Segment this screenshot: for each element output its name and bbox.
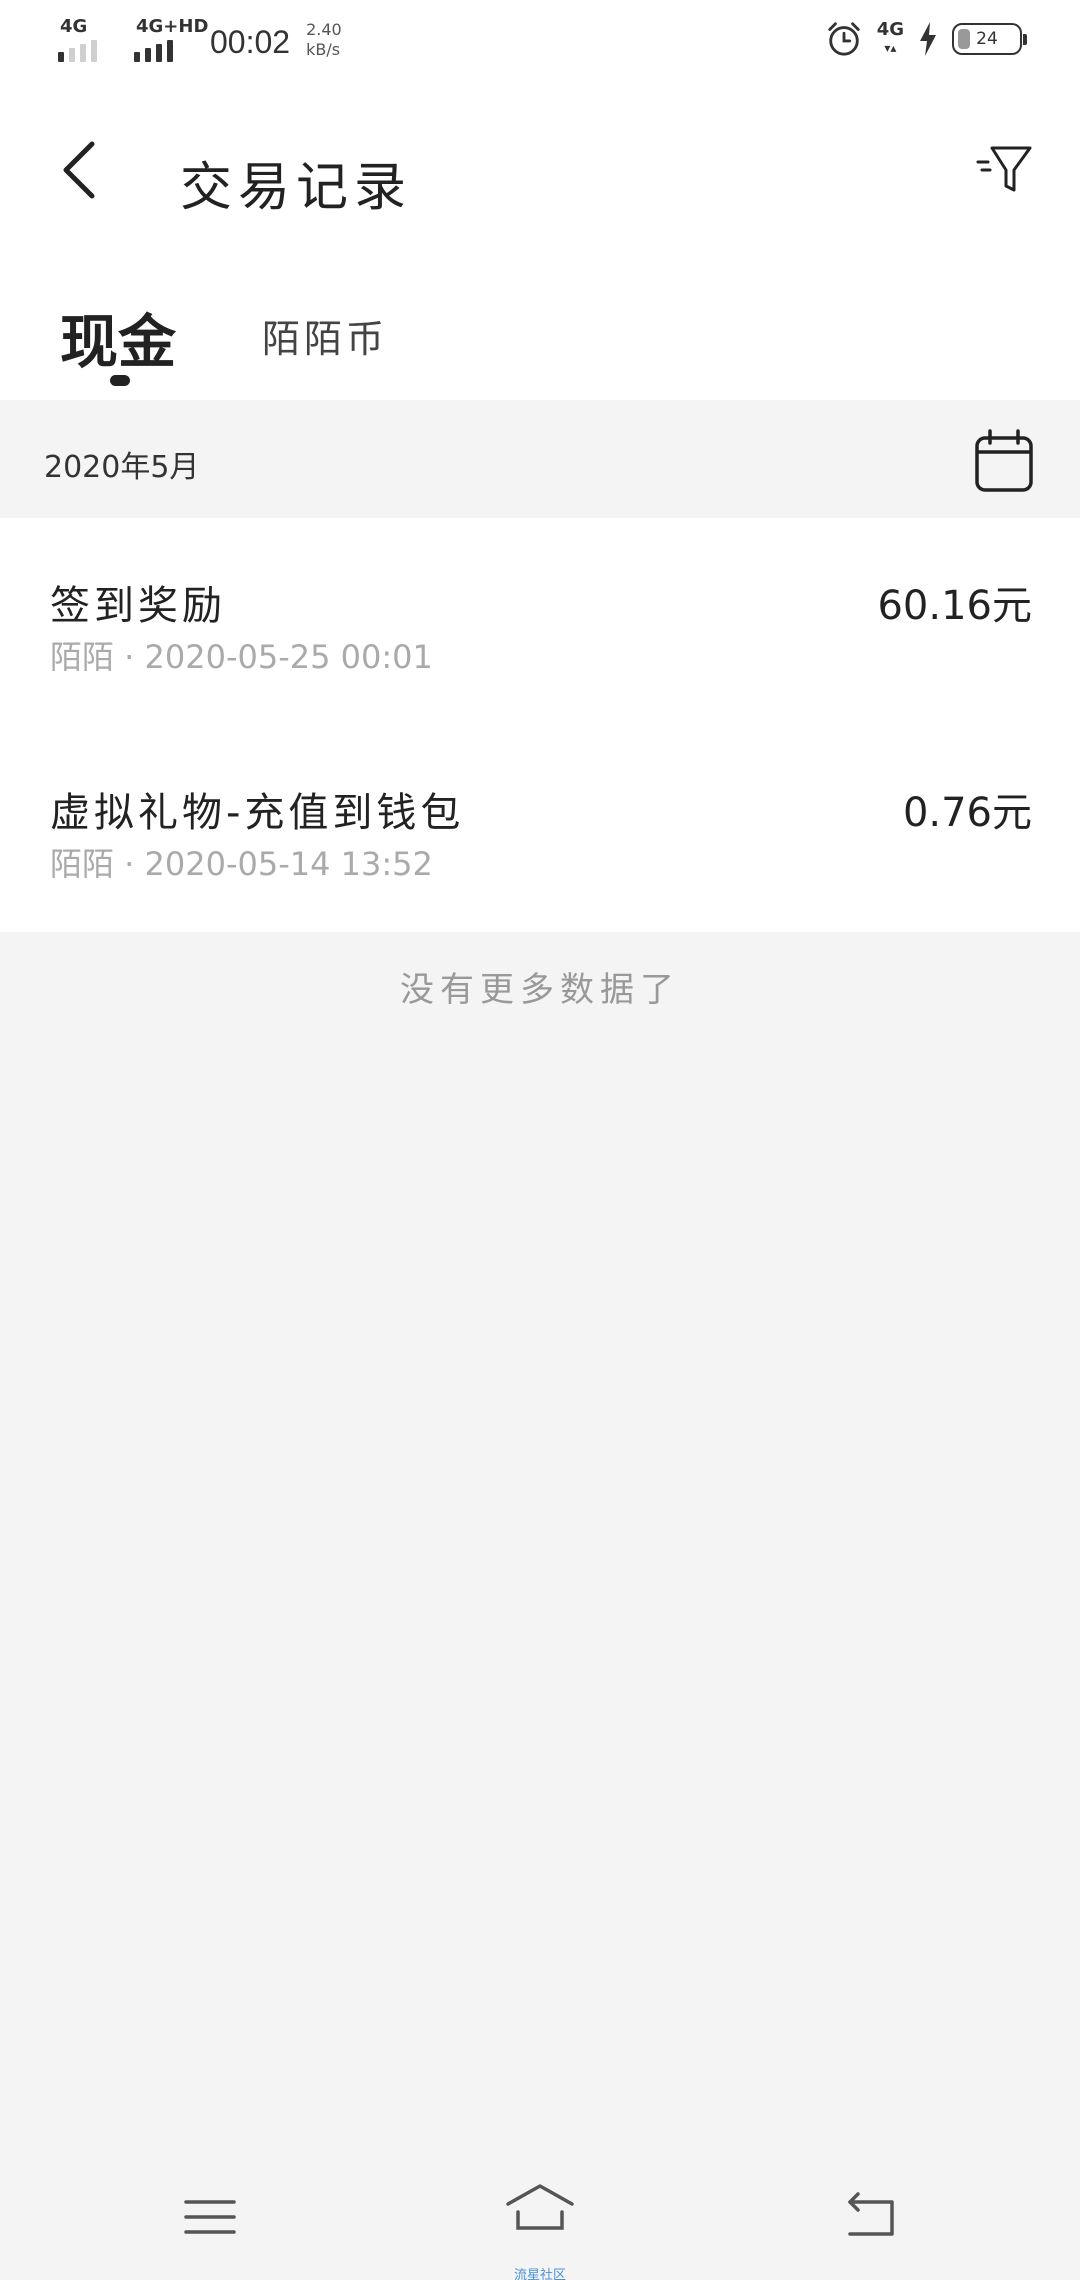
battery-icon: 24	[952, 23, 1027, 55]
transaction-amount: 0.76元	[902, 790, 1032, 836]
status-bar: 4G 4G+HD 00:02 2.40 kB/s 4G ▾▴ 24	[0, 0, 1080, 90]
mobile-data-indicator: 4G ▾▴	[877, 21, 904, 57]
menu-icon[interactable]	[180, 2190, 240, 2244]
back-icon[interactable]	[50, 130, 110, 210]
right-network-label: 4G	[876, 19, 904, 40]
transaction-meta: 陌陌 · 2020-05-14 13:52	[50, 845, 433, 883]
list-item[interactable]: 签到奖励 陌陌 · 2020-05-25 00:01 60.16元	[0, 518, 1080, 725]
transaction-meta: 陌陌 · 2020-05-25 00:01	[50, 638, 433, 676]
transaction-list: 签到奖励 陌陌 · 2020-05-25 00:01 60.16元 虚拟礼物-充…	[0, 518, 1080, 932]
calendar-icon[interactable]	[974, 428, 1034, 494]
system-nav-bar: 流星社区	[0, 2160, 1080, 2280]
charging-icon	[920, 22, 936, 56]
tab-bar: 现金 陌陌币	[0, 250, 1080, 400]
clock: 00:02	[210, 24, 291, 60]
month-label: 2020年5月	[44, 450, 200, 485]
transaction-title: 虚拟礼物-充值到钱包	[50, 790, 465, 836]
sim2-signal: 4G+HD	[134, 16, 208, 62]
status-left: 4G 4G+HD 00:02 2.40 kB/s	[58, 16, 342, 66]
nav-sub-label: 流星社区	[513, 2268, 566, 2280]
filter-icon[interactable]	[974, 140, 1034, 200]
speed-value: 2.40	[306, 20, 342, 39]
transaction-title: 签到奖励	[50, 583, 226, 629]
sim2-network-label: 4G+HD	[136, 16, 209, 37]
return-icon[interactable]	[840, 2190, 900, 2244]
alarm-icon	[828, 22, 860, 56]
status-right: 4G ▾▴ 24	[825, 20, 1027, 58]
tab-indicator	[110, 375, 130, 386]
signal-bars-icon	[134, 40, 173, 62]
sim1-network-label: 4G	[60, 16, 88, 37]
transaction-amount: 60.16元	[877, 583, 1032, 629]
no-more-data-text: 没有更多数据了	[400, 970, 680, 1010]
battery-level: 24	[976, 29, 998, 49]
sim1-signal: 4G	[58, 16, 118, 62]
page-title: 交易记录	[180, 158, 413, 218]
network-speed: 2.40 kB/s	[306, 20, 342, 60]
data-arrows-icon: ▾▴	[884, 41, 897, 55]
list-item[interactable]: 虚拟礼物-充值到钱包 陌陌 · 2020-05-14 13:52 0.76元	[0, 725, 1080, 932]
home-icon[interactable]	[504, 2182, 576, 2236]
tab-momo-coin[interactable]: 陌陌币	[262, 308, 388, 363]
month-selector: 2020年5月	[0, 400, 1080, 518]
app-header: 交易记录	[0, 90, 1080, 250]
speed-unit: kB/s	[306, 40, 341, 59]
tab-cash[interactable]: 现金	[60, 295, 176, 379]
signal-bars-icon	[58, 40, 97, 62]
